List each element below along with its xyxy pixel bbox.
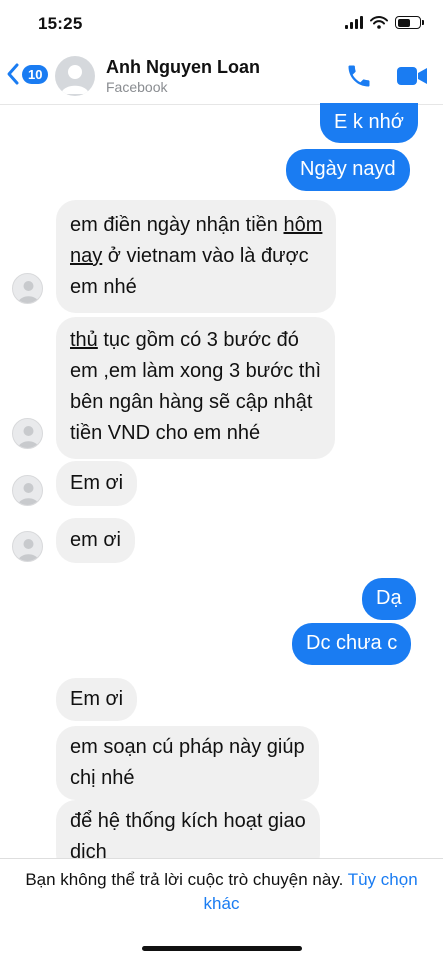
wifi-icon — [370, 16, 388, 29]
user-placeholder-icon — [18, 281, 39, 303]
sender-avatar — [12, 475, 43, 506]
battery-icon — [395, 16, 424, 29]
message-bubble-outgoing[interactable]: Dc chưa c — [292, 623, 412, 665]
user-placeholder-icon — [18, 483, 39, 505]
message-bubble-incoming[interactable]: thủ tục gồm có 3 bước đó em ,em làm xong… — [56, 317, 336, 459]
unread-count-badge: 10 — [22, 64, 49, 84]
reply-disabled-notice: Bạn không thể trả lời cuộc trò chuyện nà… — [20, 868, 423, 916]
phone-call-icon[interactable] — [345, 62, 373, 90]
sender-avatar — [12, 418, 43, 449]
message-text: Dc chưa c — [306, 632, 398, 654]
contact-subtitle: Facebook — [106, 79, 168, 95]
message-text: E k nhớ — [334, 111, 404, 133]
message-line: em ,em làm xong 3 bước thì — [70, 360, 322, 382]
message-bubble-outgoing[interactable]: Dạ — [362, 578, 416, 620]
message-line: để hệ thống kích hoạt giao — [70, 810, 306, 832]
user-placeholder-icon — [18, 426, 39, 448]
message-line: tiền VND cho em nhé — [70, 422, 261, 444]
contact-name[interactable]: Anh Nguyen Loan — [106, 57, 260, 78]
reply-disabled-footer: Bạn không thể trả lời cuộc trò chuyện nà… — [0, 858, 443, 961]
chevron-left-icon — [7, 63, 19, 85]
status-time: 15:25 — [38, 14, 83, 33]
status-icons — [345, 16, 424, 29]
user-placeholder-icon — [61, 65, 89, 94]
home-indicator[interactable] — [142, 946, 302, 951]
user-placeholder-icon — [18, 539, 39, 561]
signal-icon — [345, 16, 363, 29]
message-line: nay ở vietnam vào là được — [70, 245, 309, 267]
back-button[interactable]: 10 — [6, 62, 49, 86]
message-line: em nhé — [70, 276, 137, 298]
sender-avatar — [12, 531, 43, 562]
message-bubble-incoming[interactable]: em ơi — [56, 518, 135, 563]
message-bubble-incoming[interactable]: em soạn cú pháp này giúp chị nhé — [56, 726, 319, 800]
message-text: Dạ — [376, 587, 402, 609]
message-bubble-incoming[interactable]: Em ơi — [56, 461, 138, 506]
video-call-icon[interactable] — [396, 64, 428, 88]
message-bubble-incoming[interactable]: em điền ngày nhận tiền hôm nay ở vietnam… — [56, 200, 337, 313]
message-text: Ngày nayd — [300, 158, 396, 180]
message-bubble-outgoing[interactable]: E k nhớ — [320, 103, 418, 143]
message-line: bên ngân hàng sẽ cập nhật — [70, 391, 313, 413]
message-line: thủ tục gồm có 3 bước đó — [70, 329, 299, 351]
message-line: chị nhé — [70, 767, 135, 789]
message-text: em ơi — [70, 529, 121, 551]
notice-text: Bạn không thể trả lời cuộc trò chuyện nà… — [25, 870, 344, 889]
message-bubble-outgoing[interactable]: Ngày nayd — [286, 149, 410, 191]
message-line: em soạn cú pháp này giúp — [70, 736, 305, 758]
avatar[interactable] — [55, 56, 95, 96]
conversation-header: 10 Anh Nguyen Loan Facebook — [0, 48, 443, 105]
message-line: em điền ngày nhận tiền hôm — [70, 214, 323, 236]
sender-avatar — [12, 273, 43, 304]
status-bar: 15:25 — [0, 0, 443, 48]
message-text: Em ơi — [70, 472, 124, 494]
message-bubble-incoming[interactable]: Em ơi — [56, 678, 138, 721]
message-text: Em ơi — [70, 688, 124, 710]
